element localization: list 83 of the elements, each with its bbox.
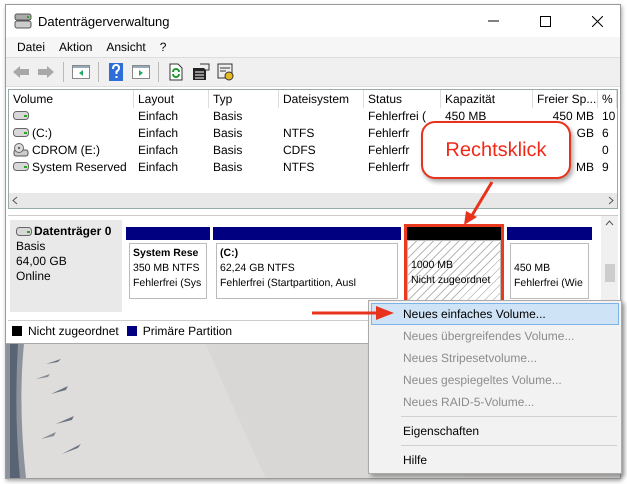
panel-icon — [72, 65, 90, 79]
disk-name: Datenträger 0 — [34, 224, 112, 238]
scroll-left-icon[interactable] — [12, 196, 18, 205]
table-cell: Einfach — [138, 142, 178, 156]
partition-info: 350 MB NTFS — [133, 262, 200, 275]
disk-management-icon — [14, 13, 32, 29]
drive-icon — [16, 226, 32, 236]
table-cell: Fehlerfr — [368, 126, 410, 140]
partition-info: 450 MB — [514, 262, 550, 275]
column-header[interactable]: Typ — [209, 90, 279, 108]
maximize-icon — [540, 16, 550, 26]
scroll-thumb[interactable] — [604, 264, 614, 282]
drive-icon — [13, 128, 29, 137]
table-cell: Fehlerfrei ( — [368, 108, 426, 122]
callout-bubble: Rechtsklick — [421, 121, 571, 179]
table-cell: Fehlerfr — [368, 142, 410, 156]
drive-icon — [13, 162, 29, 171]
menu-item[interactable]: Datei — [10, 40, 52, 54]
window-title: Datenträgerverwaltung — [38, 14, 171, 28]
help-icon — [109, 63, 123, 81]
disk-info: Basis — [16, 239, 46, 253]
table-cell: NTFS — [283, 160, 314, 174]
partition-title: System Rese — [133, 247, 198, 260]
column-header[interactable]: Volume — [9, 90, 134, 108]
table-cell: 6 — [602, 126, 609, 140]
table-cell: Basis — [213, 126, 242, 140]
table-cell: 0 — [602, 142, 609, 156]
disk-info: 64,00 GB — [16, 254, 68, 268]
menu-item[interactable]: Eigenschaften — [371, 420, 619, 442]
scroll-up-icon[interactable] — [605, 220, 614, 226]
scroll-right-icon[interactable] — [608, 196, 614, 205]
table-cell: MB — [576, 160, 594, 174]
menu-item[interactable]: Ansicht — [99, 40, 153, 54]
table-cell: System Reserved — [32, 160, 127, 174]
back-arrow-icon — [12, 65, 30, 79]
table-cell: Basis — [213, 160, 242, 174]
table-cell: Einfach — [138, 126, 178, 140]
menu-item[interactable]: Hilfe — [371, 449, 619, 471]
partition-info: Fehlerfrei (Startpartition, Ausl — [220, 277, 356, 290]
toolbar-button[interactable] — [190, 61, 212, 83]
partition-info: Fehlerfrei (Sys — [133, 277, 202, 290]
table-cell: Einfach — [138, 108, 178, 122]
table-cell: NTFS — [283, 126, 314, 140]
minimize-icon — [488, 20, 498, 22]
panel-icon — [132, 65, 150, 79]
legend-label: Primäre Partition — [142, 324, 232, 338]
refresh-icon — [169, 63, 183, 81]
menu-item[interactable]: Neues einfaches Volume... — [371, 303, 619, 325]
close-icon — [592, 16, 602, 26]
settings-icon — [217, 63, 235, 81]
column-header[interactable]: Dateisystem — [279, 90, 364, 108]
properties-icon — [192, 63, 210, 81]
cd-drive-icon — [13, 142, 29, 156]
menu-item[interactable]: Aktion — [52, 40, 100, 54]
table-cell: 10 — [602, 108, 616, 122]
legend-label: Nicht zugeordnet — [28, 324, 119, 338]
column-header[interactable]: % — [598, 90, 617, 108]
table-cell: GB — [576, 126, 594, 140]
column-header[interactable]: Status — [364, 90, 441, 108]
partition-info: 1000 MB — [411, 259, 454, 272]
table-cell: CDFS — [283, 142, 316, 156]
horizontal-scrollbar[interactable] — [9, 193, 617, 208]
menu-item[interactable]: ? — [152, 40, 174, 54]
forward-arrow-icon — [37, 65, 55, 79]
table-cell: 450 MB — [552, 108, 594, 122]
table-cell: Basis — [213, 142, 242, 156]
column-header[interactable]: Layout — [134, 90, 209, 108]
table-cell: Basis — [213, 108, 242, 122]
column-header[interactable]: Freier Sp... — [533, 90, 598, 108]
partition-info: Fehlerfrei (Wie — [514, 277, 583, 290]
partition-info: 62,24 GB NTFS — [220, 262, 295, 275]
table-cell: Einfach — [138, 160, 178, 174]
drive-icon — [13, 111, 29, 120]
table-cell: Fehlerfr — [368, 160, 410, 174]
table-cell: 9 — [602, 160, 609, 174]
pointer-arrow — [462, 181, 496, 225]
disk-info: Online — [16, 269, 52, 283]
table-cell: 450 MB — [445, 108, 486, 122]
partition-title: (C:) — [220, 247, 238, 260]
column-header[interactable]: Kapazität — [441, 90, 533, 108]
partition-info: Nicht zugeordnet — [411, 274, 490, 287]
table-cell: (C:) — [32, 126, 52, 140]
table-cell: CDROM (E:) — [32, 142, 100, 156]
